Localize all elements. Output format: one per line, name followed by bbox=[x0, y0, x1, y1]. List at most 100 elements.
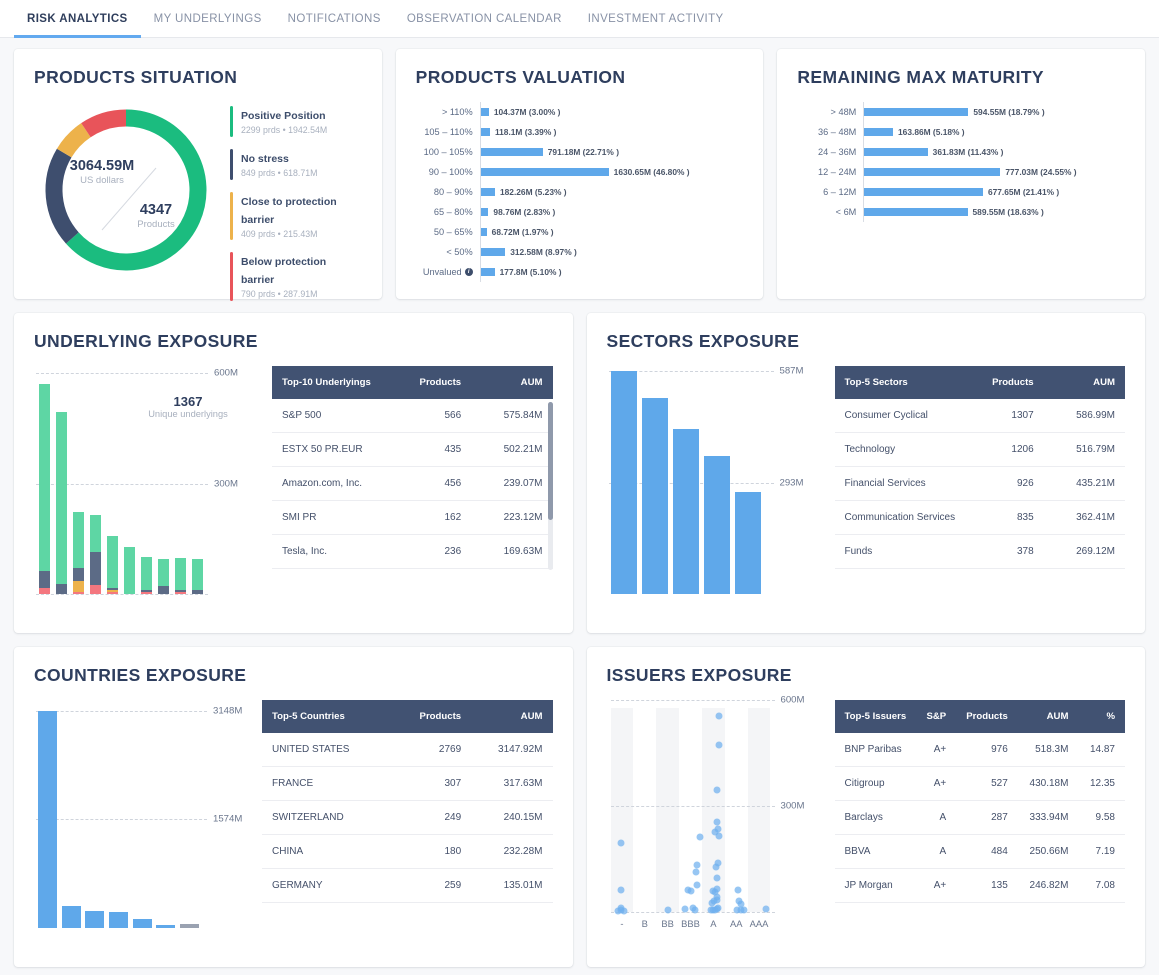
donut-slice-0[interactable] bbox=[66, 109, 207, 271]
scatter-point[interactable] bbox=[713, 786, 721, 794]
table-row[interactable]: BBVA A 484 250.66M 7.19 bbox=[834, 834, 1125, 869]
bar[interactable] bbox=[132, 918, 152, 928]
bar[interactable] bbox=[85, 911, 105, 928]
stacked-bar[interactable] bbox=[141, 556, 152, 594]
bar[interactable] bbox=[480, 188, 495, 196]
underlying-exposure-scrollbar[interactable] bbox=[547, 402, 553, 570]
table-row[interactable]: GERMANY 259 135.01M bbox=[262, 868, 553, 903]
column-header[interactable]: Top-5 Issuers bbox=[834, 700, 917, 733]
scatter-point[interactable] bbox=[693, 861, 701, 869]
scatter-point[interactable] bbox=[713, 885, 721, 893]
bar[interactable] bbox=[480, 108, 489, 116]
bar[interactable] bbox=[864, 148, 928, 156]
bar[interactable] bbox=[61, 906, 81, 928]
stacked-bar[interactable] bbox=[73, 512, 84, 594]
scatter-point[interactable] bbox=[696, 833, 704, 841]
bar[interactable] bbox=[179, 923, 199, 928]
bar[interactable] bbox=[480, 128, 490, 136]
bar[interactable] bbox=[611, 370, 637, 594]
sectors-exposure-chart[interactable]: 293M 587M bbox=[607, 365, 817, 606]
column-header[interactable]: S&P bbox=[916, 700, 957, 733]
table-row[interactable]: SWITZERLAND 249 240.15M bbox=[262, 800, 553, 835]
column-header[interactable]: Products bbox=[956, 700, 1018, 733]
stacked-bar[interactable] bbox=[175, 557, 186, 594]
column-header[interactable]: AUM bbox=[471, 366, 553, 399]
table-row[interactable]: BNP Paribas A+ 976 518.3M 14.87 bbox=[834, 733, 1125, 767]
table-row[interactable]: Barclays A 287 333.94M 9.58 bbox=[834, 800, 1125, 835]
scatter-point[interactable] bbox=[617, 904, 625, 912]
table-row[interactable]: Consumer Cyclical 1307 586.99M bbox=[834, 399, 1125, 433]
issuers-exposure-scatter[interactable]: - B BB BBB A AA AAA 300M 600M bbox=[607, 695, 817, 940]
bar[interactable] bbox=[480, 228, 487, 236]
scatter-point[interactable] bbox=[715, 741, 723, 749]
bar[interactable] bbox=[735, 491, 761, 594]
scatter-point[interactable] bbox=[715, 832, 723, 840]
bar[interactable] bbox=[673, 428, 699, 594]
bar[interactable] bbox=[109, 911, 128, 928]
scatter-point[interactable] bbox=[737, 900, 745, 908]
scatter-point[interactable] bbox=[693, 881, 701, 889]
legend-item[interactable]: Below protection barrier 790 prds • 287.9… bbox=[230, 252, 362, 301]
bar[interactable] bbox=[480, 148, 543, 156]
column-header[interactable]: Products bbox=[395, 700, 472, 733]
column-header[interactable]: Top-5 Sectors bbox=[834, 366, 974, 399]
stacked-bar[interactable] bbox=[107, 536, 118, 594]
scatter-point[interactable] bbox=[691, 906, 699, 914]
underlying-exposure-chart[interactable]: 1367 Unique underlyings 300M 600M bbox=[34, 366, 254, 606]
bar[interactable] bbox=[864, 108, 969, 116]
bar[interactable] bbox=[864, 128, 894, 136]
table-row[interactable]: Technology 1206 516.79M bbox=[834, 432, 1125, 467]
table-row[interactable]: SMI PR 162 223.12M bbox=[272, 500, 553, 535]
tab-risk-analytics[interactable]: RISK ANALYTICS bbox=[14, 0, 141, 38]
stacked-bar[interactable] bbox=[39, 384, 50, 594]
scatter-point[interactable] bbox=[715, 712, 723, 720]
table-row[interactable]: JP Morgan A+ 135 246.82M 7.08 bbox=[834, 868, 1125, 903]
column-header[interactable]: Top-5 Countries bbox=[262, 700, 396, 733]
tab-investment-activity[interactable]: INVESTMENT ACTIVITY bbox=[575, 0, 737, 37]
products-situation-donut[interactable]: 3064.59M US dollars 4347 Products bbox=[38, 102, 214, 278]
table-row[interactable]: Amazon.com, Inc. 456 239.07M bbox=[272, 466, 553, 501]
bar[interactable] bbox=[642, 397, 668, 594]
info-icon[interactable]: i bbox=[464, 268, 473, 276]
table-row[interactable]: UNITED STATES 2769 3147.92M bbox=[262, 733, 553, 767]
stacked-bar[interactable] bbox=[90, 514, 101, 594]
bar[interactable] bbox=[864, 168, 1001, 176]
scatter-point[interactable] bbox=[714, 859, 722, 867]
scatter-point[interactable] bbox=[692, 868, 700, 876]
column-header[interactable]: % bbox=[1078, 700, 1125, 733]
table-row[interactable]: Tesla, Inc. 236 169.63M bbox=[272, 534, 553, 569]
table-row[interactable]: S&P 500 566 575.84M bbox=[272, 399, 553, 433]
table-row[interactable]: CHINA 180 232.28M bbox=[262, 834, 553, 869]
table-row[interactable]: Financial Services 926 435.21M bbox=[834, 466, 1125, 501]
table-row[interactable]: Citigroup A+ 527 430.18M 12.35 bbox=[834, 766, 1125, 801]
tab-my-underlyings[interactable]: MY UNDERLYINGS bbox=[141, 0, 275, 37]
table-row[interactable]: FRANCE 307 317.63M bbox=[262, 766, 553, 801]
bar[interactable] bbox=[156, 925, 176, 928]
column-header[interactable]: AUM bbox=[1017, 700, 1079, 733]
bar[interactable] bbox=[480, 268, 495, 276]
table-row[interactable]: Funds 378 269.12M bbox=[834, 534, 1125, 569]
column-header[interactable]: Products bbox=[973, 366, 1044, 399]
table-row[interactable]: Communication Services 835 362.41M bbox=[834, 500, 1125, 535]
scatter-point[interactable] bbox=[617, 886, 625, 894]
scatter-point[interactable] bbox=[714, 904, 722, 912]
bar[interactable] bbox=[480, 248, 506, 256]
scatter-point[interactable] bbox=[713, 818, 721, 826]
column-header[interactable]: AUM bbox=[1043, 366, 1125, 399]
bar[interactable] bbox=[864, 188, 983, 196]
scatter-point[interactable] bbox=[762, 905, 770, 913]
table-row[interactable]: ESTX 50 PR.EUR 435 502.21M bbox=[272, 432, 553, 467]
scatter-point[interactable] bbox=[734, 886, 742, 894]
bar[interactable] bbox=[864, 208, 968, 216]
tab-observation-calendar[interactable]: OBSERVATION CALENDAR bbox=[394, 0, 575, 37]
legend-item[interactable]: No stress 849 prds • 618.71M bbox=[230, 148, 362, 180]
stacked-bar[interactable] bbox=[56, 411, 67, 594]
scatter-point[interactable] bbox=[664, 906, 672, 914]
scatter-point[interactable] bbox=[687, 887, 695, 895]
countries-exposure-chart[interactable]: 1574M 3148M bbox=[34, 700, 244, 940]
bar[interactable] bbox=[480, 168, 609, 176]
bar[interactable] bbox=[480, 208, 489, 216]
donut-slice-2[interactable] bbox=[56, 123, 91, 158]
legend-item[interactable]: Positive Position 2299 prds • 1942.54M bbox=[230, 106, 362, 137]
column-header[interactable]: Top-10 Underlyings bbox=[272, 366, 399, 399]
